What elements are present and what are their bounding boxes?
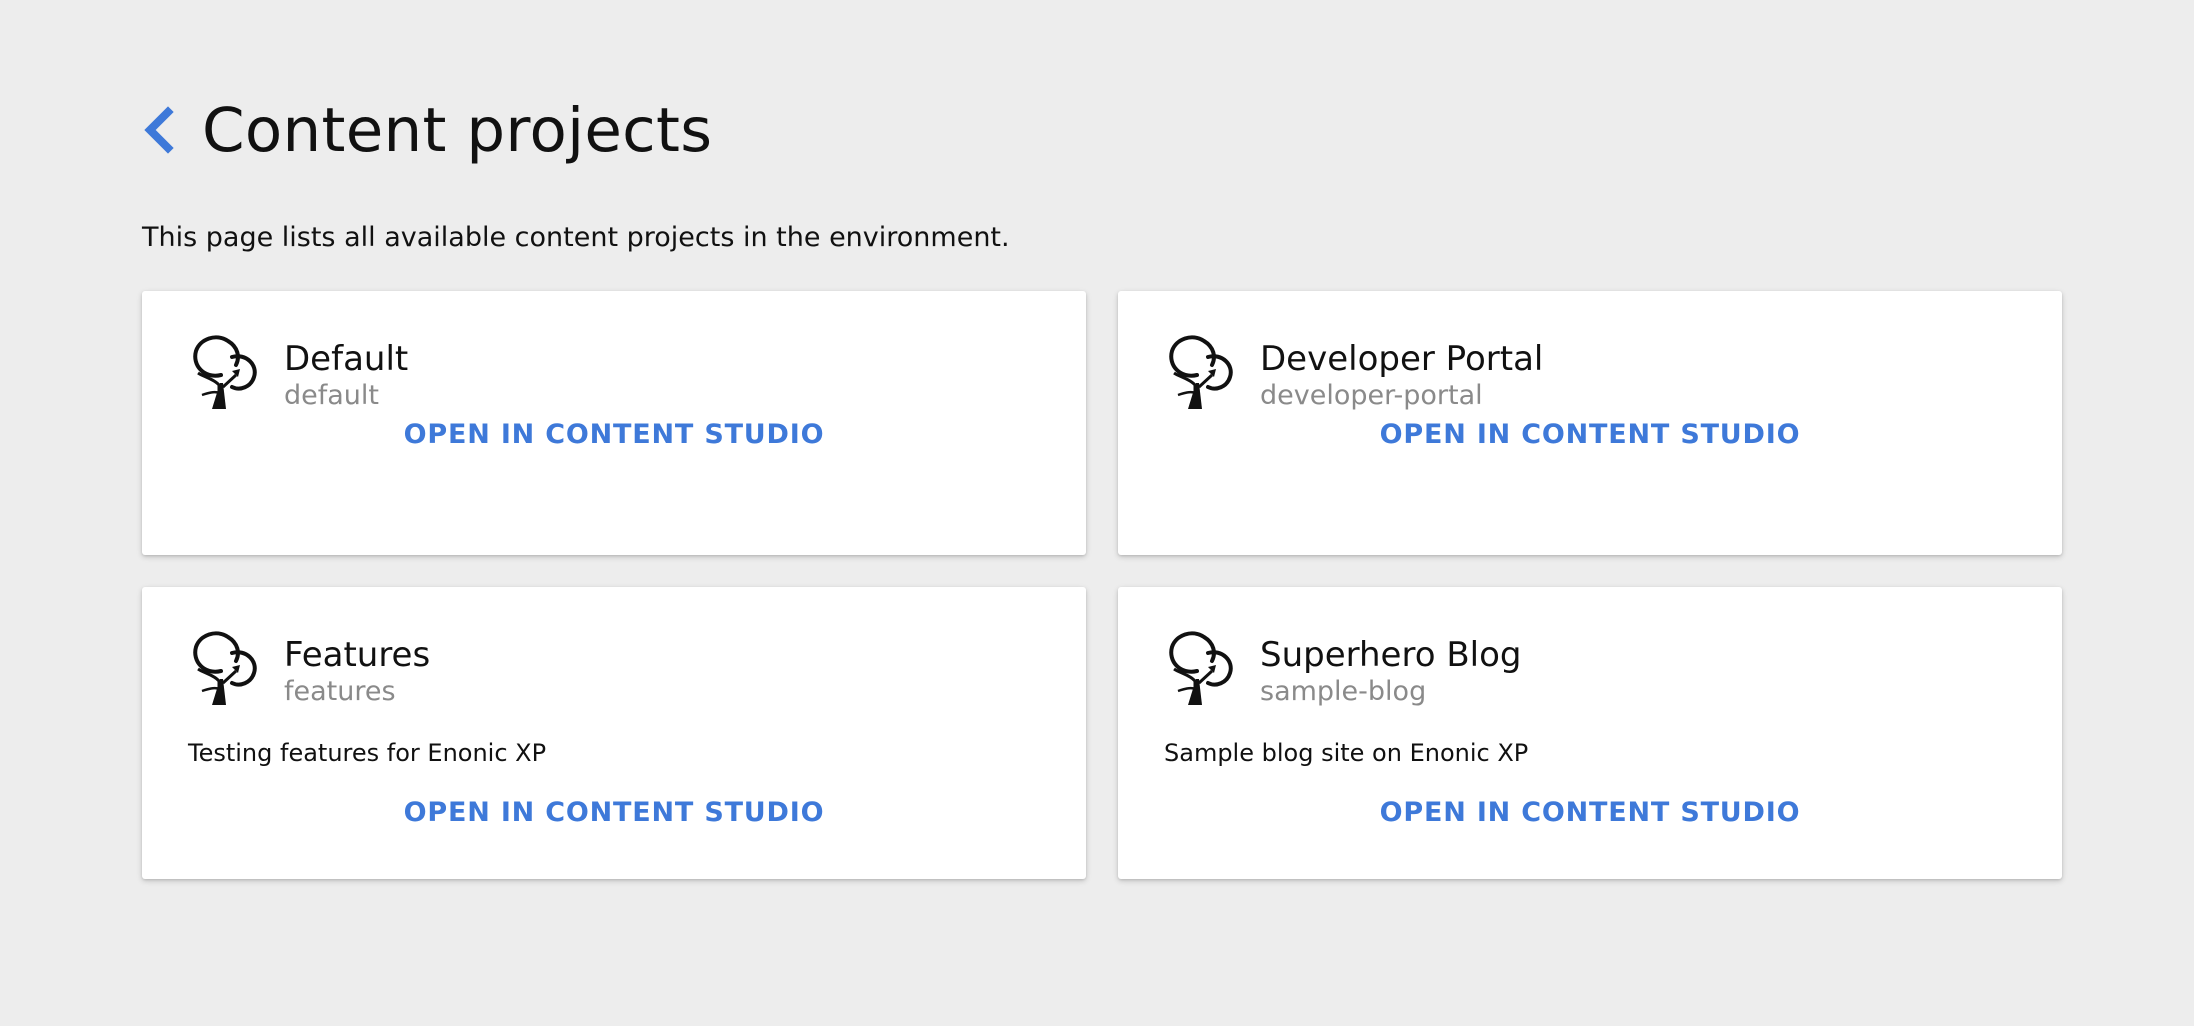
project-card-developer-portal: Developer Portal developer-portal OPEN I…	[1118, 291, 2062, 555]
project-card-header: Developer Portal developer-portal	[1166, 335, 2014, 413]
project-card-header: Default default	[190, 335, 1038, 413]
project-card-header: Features features	[190, 631, 1038, 709]
tree-icon	[190, 335, 258, 411]
open-in-content-studio-link[interactable]: OPEN IN CONTENT STUDIO	[1118, 419, 2062, 450]
open-in-content-studio-link[interactable]: OPEN IN CONTENT STUDIO	[142, 797, 1086, 828]
content-projects-page: Content projects This page lists all ava…	[142, 90, 2064, 879]
project-name: Developer Portal	[1260, 339, 1544, 379]
project-titles: Features features	[284, 631, 430, 709]
page-title: Content projects	[202, 94, 713, 166]
project-name: Superhero Blog	[1260, 635, 1522, 675]
project-card-sample-blog: Superhero Blog sample-blog Sample blog s…	[1118, 587, 2062, 879]
project-card-features: Features features Testing features for E…	[142, 587, 1086, 879]
page-header: Content projects	[142, 90, 2064, 170]
back-button[interactable]	[142, 100, 182, 160]
open-in-content-studio-link[interactable]: OPEN IN CONTENT STUDIO	[142, 419, 1086, 450]
project-card-default: Default default OPEN IN CONTENT STUDIO	[142, 291, 1086, 555]
project-id: default	[284, 380, 380, 411]
open-in-content-studio-link[interactable]: OPEN IN CONTENT STUDIO	[1118, 797, 2062, 828]
project-name: Features	[284, 635, 431, 675]
project-titles: Developer Portal developer-portal	[1260, 335, 1543, 413]
project-id: developer-portal	[1260, 380, 1483, 411]
tree-icon	[190, 631, 258, 707]
project-id: sample-blog	[1260, 676, 1427, 707]
project-description: Testing features for Enonic XP	[188, 739, 547, 767]
project-titles: Superhero Blog sample-blog	[1260, 631, 1521, 709]
project-description: Sample blog site on Enonic XP	[1164, 739, 1529, 767]
project-id: features	[284, 676, 396, 707]
tree-icon	[1166, 335, 1234, 411]
project-grid: Default default OPEN IN CONTENT STUDIO D…	[142, 291, 2064, 879]
tree-icon	[1166, 631, 1234, 707]
project-card-header: Superhero Blog sample-blog	[1166, 631, 2014, 709]
project-titles: Default default	[284, 335, 408, 413]
project-name: Default	[284, 339, 409, 379]
page-description: This page lists all available content pr…	[142, 222, 1010, 253]
chevron-left-icon	[144, 106, 174, 154]
